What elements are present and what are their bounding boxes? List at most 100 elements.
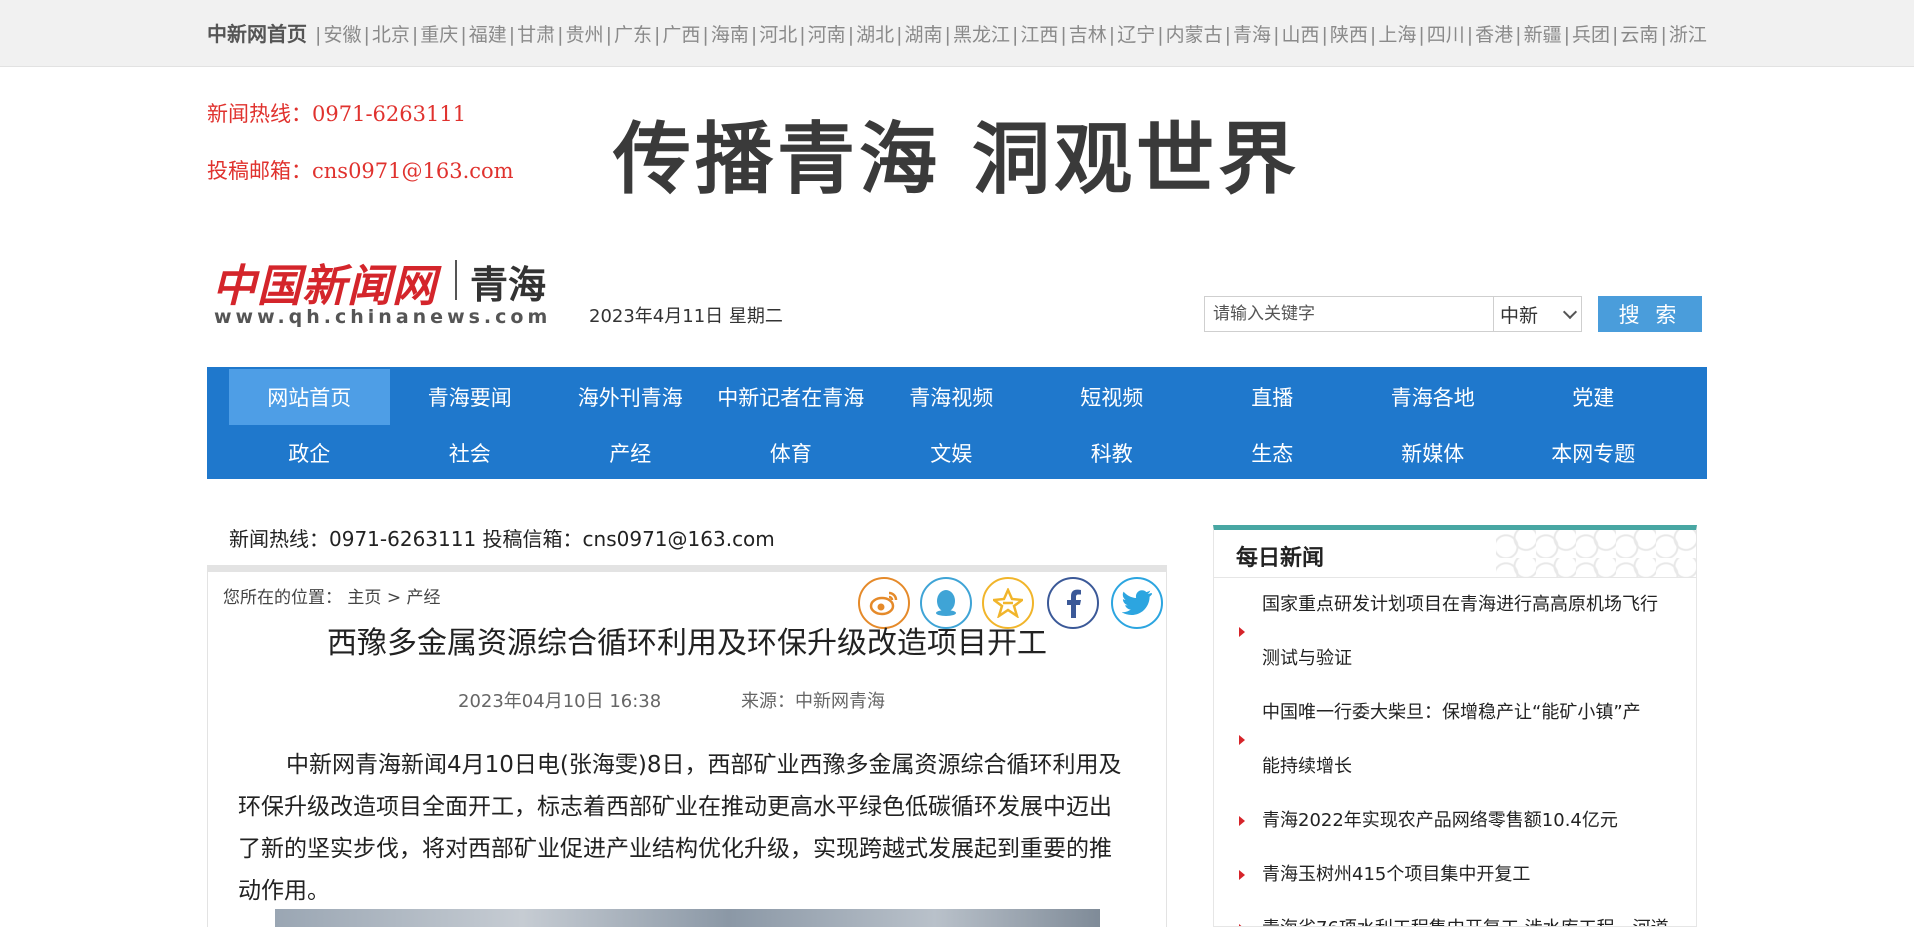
news-list-item[interactable]: 国家重点研发计划项目在青海进行高高原机场飞行 测试与验证 bbox=[1214, 578, 1696, 686]
nav-item[interactable]: 党建 bbox=[1513, 369, 1674, 425]
region-link[interactable]: 浙江 bbox=[1669, 24, 1707, 46]
region-link[interactable]: 广东 bbox=[614, 24, 652, 46]
region-link[interactable]: 北京 bbox=[372, 24, 410, 46]
nav-row-secondary: 政企 社会 产经 体育 文娱 科教 生态 新媒体 本网专题 bbox=[229, 425, 1674, 481]
contact-line: 新闻热线：0971-6263111 投稿信箱：cns0971@163.com bbox=[229, 527, 775, 551]
nav-item[interactable]: 短视频 bbox=[1032, 369, 1193, 425]
news-list-item[interactable]: 青海2022年实现农产品网络零售额10.4亿元 bbox=[1214, 794, 1696, 848]
region-links: 中新网首页 | 安徽 | 北京 | 重庆 | 福建 | 甘肃 | 贵州 | 广东 | 广西 | 海南 | 河北 | 河南 |… bbox=[207, 21, 1707, 48]
region-link[interactable]: 青海 bbox=[1233, 24, 1271, 46]
logo-region: 青海 bbox=[470, 263, 547, 307]
logo-divider bbox=[455, 260, 457, 300]
region-link[interactable]: 安徽 bbox=[323, 24, 361, 46]
news-list-item[interactable]: 青海省76项水利工程集中开复工 涉水库工程、河道 bbox=[1214, 902, 1696, 926]
region-link[interactable]: 河南 bbox=[808, 24, 846, 46]
news-headline-line1: 青海2022年实现农产品网络零售额10.4亿元 bbox=[1262, 810, 1618, 831]
region-link[interactable]: 贵州 bbox=[566, 24, 604, 46]
nav-item[interactable]: 政企 bbox=[229, 425, 390, 481]
nav-item[interactable]: 中新记者在青海 bbox=[711, 369, 872, 425]
qzone-icon bbox=[993, 588, 1023, 618]
breadcrumb-separator: > bbox=[386, 588, 402, 608]
article-photo bbox=[275, 909, 1100, 927]
region-link[interactable]: 内蒙古 bbox=[1166, 24, 1223, 46]
region-link[interactable]: 河北 bbox=[759, 24, 797, 46]
region-link[interactable]: 广西 bbox=[662, 24, 700, 46]
region-separator: | bbox=[1011, 24, 1019, 46]
logo-chinese-name: 中国新闻网 bbox=[212, 261, 437, 312]
bullet-triangle-icon bbox=[1239, 627, 1245, 637]
site-logo[interactable]: 中国新闻网 青海 www.qh.chinanews.com bbox=[212, 250, 567, 330]
region-link[interactable]: 山西 bbox=[1281, 24, 1319, 46]
region-link[interactable]: 陕西 bbox=[1330, 24, 1368, 46]
nav-row-primary: 网站首页 青海要闻 海外刊青海 中新记者在青海 青海视频 短视频 直播 青海各地 党建 bbox=[229, 369, 1674, 425]
search-bar: 中新 搜 索 bbox=[1204, 296, 1704, 332]
region-link[interactable]: 香港 bbox=[1475, 24, 1513, 46]
news-list-item[interactable]: 中国唯一行委大柴旦：保增稳产让“能矿小镇”产 能持续增长 bbox=[1214, 686, 1696, 794]
search-scope-select[interactable]: 中新 bbox=[1493, 296, 1582, 332]
nav-item[interactable]: 科教 bbox=[1032, 425, 1193, 481]
daily-news-title: 每日新闻 bbox=[1236, 546, 1325, 571]
slogan-banner: 传播青海 洞观世界 bbox=[613, 115, 1301, 205]
region-separator: | bbox=[460, 24, 467, 46]
news-list-item[interactable]: 青海玉树州415个项目集中开复工 bbox=[1214, 848, 1696, 902]
news-headline-line1: 中国唯一行委大柴旦：保增稳产让“能矿小镇”产 bbox=[1262, 702, 1641, 723]
nav-item[interactable]: 生态 bbox=[1192, 425, 1353, 481]
region-separator: | bbox=[1224, 24, 1232, 46]
nav-item[interactable]: 青海要闻 bbox=[390, 369, 551, 425]
region-link[interactable]: 甘肃 bbox=[517, 24, 555, 46]
news-headline-line1: 青海玉树州415个项目集中开复工 bbox=[1262, 864, 1531, 885]
main-nav: 网站首页 青海要闻 海外刊青海 中新记者在青海 青海视频 短视频 直播 青海各地 党建 政企 社会… bbox=[207, 367, 1707, 479]
region-separator: | bbox=[1612, 24, 1619, 46]
region-link[interactable]: 兵团 bbox=[1572, 24, 1610, 46]
region-separator: | bbox=[654, 24, 661, 46]
nav-item[interactable]: 社会 bbox=[390, 425, 551, 481]
region-link[interactable]: 云南 bbox=[1620, 24, 1658, 46]
twitter-icon bbox=[1122, 590, 1152, 615]
search-input[interactable] bbox=[1204, 296, 1493, 332]
region-separator: | bbox=[799, 24, 806, 46]
region-link[interactable]: 海南 bbox=[711, 24, 749, 46]
region-link[interactable]: 辽宁 bbox=[1117, 24, 1155, 46]
search-scope-value: 中新 bbox=[1500, 304, 1539, 327]
nav-item[interactable]: 体育 bbox=[711, 425, 872, 481]
region-separator: | bbox=[1563, 24, 1570, 46]
region-separator: | bbox=[315, 24, 322, 46]
region-separator: | bbox=[1369, 24, 1377, 46]
region-separator: | bbox=[1273, 24, 1280, 46]
email-text: 投稿邮箱：cns0971@163.com bbox=[207, 159, 514, 183]
cloud-pattern-decoration bbox=[1496, 530, 1696, 578]
breadcrumb-home-link[interactable]: 主页 bbox=[347, 588, 381, 608]
region-link[interactable]: 湖北 bbox=[856, 24, 894, 46]
region-link[interactable]: 湖南 bbox=[905, 24, 943, 46]
daily-news-header: 每日新闻 bbox=[1214, 530, 1696, 578]
qq-icon bbox=[936, 590, 956, 616]
region-link[interactable]: 重庆 bbox=[420, 24, 458, 46]
nav-item[interactable]: 文娱 bbox=[871, 425, 1032, 481]
nav-item[interactable]: 青海各地 bbox=[1353, 369, 1514, 425]
region-link[interactable]: 福建 bbox=[469, 24, 507, 46]
region-link[interactable]: 江西 bbox=[1020, 24, 1058, 46]
daily-news-list: 国家重点研发计划项目在青海进行高高原机场飞行 测试与验证 中国唯一行委大柴旦：保增稳… bbox=[1214, 578, 1696, 926]
nav-item[interactable]: 产经 bbox=[550, 425, 711, 481]
nav-item[interactable]: 网站首页 bbox=[229, 369, 390, 425]
region-link[interactable]: 四川 bbox=[1427, 24, 1465, 46]
nav-item[interactable]: 直播 bbox=[1192, 369, 1353, 425]
logo-url: www.qh.chinanews.com bbox=[214, 306, 552, 328]
news-headline-line1: 青海省76项水利工程集中开复工 涉水库工程、河道 bbox=[1262, 902, 1669, 926]
region-link[interactable]: 黑龙江 bbox=[953, 24, 1010, 46]
news-headline-line1: 国家重点研发计划项目在青海进行高高原机场飞行 bbox=[1262, 594, 1658, 615]
region-link[interactable]: 上海 bbox=[1378, 24, 1416, 46]
region-separator: | bbox=[1515, 24, 1522, 46]
region-topbar: 中新网首页 | 安徽 | 北京 | 重庆 | 福建 | 甘肃 | 贵州 | 广东 | 广西 | 海南 | 河北 | 河南 |… bbox=[0, 0, 1914, 67]
nav-item[interactable]: 本网专题 bbox=[1513, 425, 1674, 481]
nav-item[interactable]: 海外刊青海 bbox=[550, 369, 711, 425]
breadcrumb-prefix: 您所在的位置： bbox=[223, 588, 342, 608]
search-button[interactable]: 搜 索 bbox=[1598, 296, 1702, 332]
region-separator: | bbox=[896, 24, 903, 46]
nav-item[interactable]: 新媒体 bbox=[1353, 425, 1514, 481]
nav-item[interactable]: 青海视频 bbox=[871, 369, 1032, 425]
region-link[interactable]: 新疆 bbox=[1524, 24, 1562, 46]
home-link[interactable]: 中新网首页 bbox=[207, 22, 307, 46]
region-link[interactable]: 吉林 bbox=[1069, 24, 1107, 46]
breadcrumb-current-link[interactable]: 产经 bbox=[406, 588, 440, 608]
